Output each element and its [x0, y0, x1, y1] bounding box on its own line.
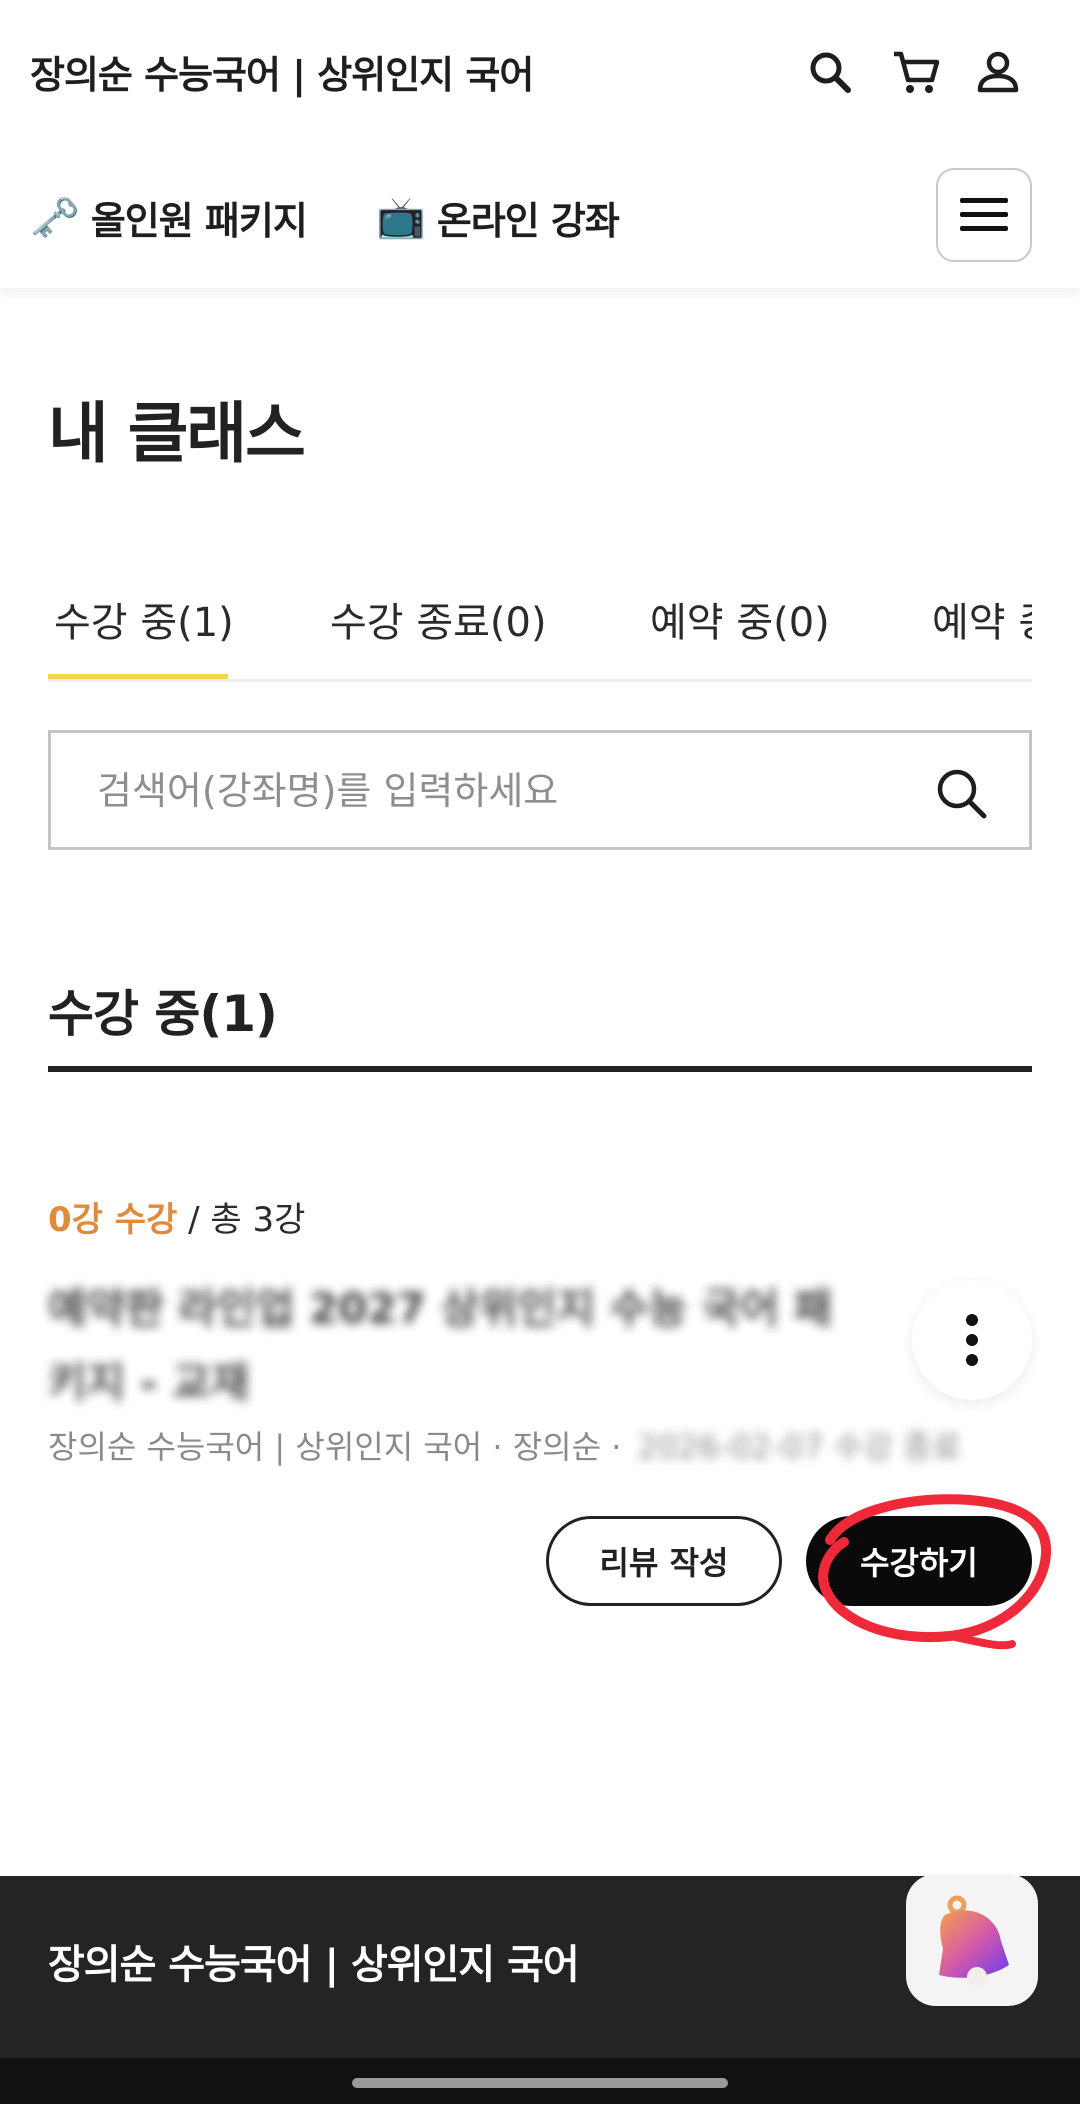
start-study-button[interactable]: 수강하기 — [806, 1516, 1032, 1606]
top-header: 장의순 수능국어 | 상위인지 국어 🗝️ 올인원 패키지 📺 온라인 강좌 — [0, 0, 1080, 288]
section-title: 수강 중(1) — [48, 985, 278, 1043]
more-vertical-icon — [966, 1314, 978, 1366]
home-indicator[interactable] — [352, 2078, 728, 2088]
key-icon: 🗝️ — [30, 195, 80, 241]
course-progress: 0강 수강 / 총 3강 — [48, 1192, 305, 1241]
class-tabs: 수강 중(1) 수강 종료(0) 예약 중(0) 예약 종료(0) — [48, 580, 1032, 682]
cart-icon[interactable] — [888, 44, 944, 100]
write-review-button[interactable]: 리뷰 작성 — [546, 1516, 782, 1606]
course-meta-text: 장의순 수능국어 | 상위인지 국어 · 장의순 · — [48, 1428, 622, 1466]
tab-reserved-finished[interactable]: 예약 종료(0) — [932, 590, 1032, 648]
page-title: 내 클래스 — [48, 395, 306, 472]
search-box — [48, 730, 1032, 850]
user-icon[interactable] — [970, 44, 1026, 100]
course-meta-date: 2026-02-07 수강 종료 — [637, 1428, 962, 1466]
search-icon[interactable] — [931, 763, 991, 823]
course-meta: 장의순 수능국어 | 상위인지 국어 · 장의순 · 2026-02-07 수강… — [48, 1422, 962, 1468]
progress-done: 0강 수강 — [48, 1200, 178, 1240]
notification-bell-button[interactable] — [906, 1874, 1038, 2006]
nav-online-course[interactable]: 📺 온라인 강좌 — [376, 190, 620, 245]
tab-finished[interactable]: 수강 종료(0) — [330, 590, 547, 648]
nav-label: 올인원 패키지 — [90, 199, 308, 243]
nav-allinone-package[interactable]: 🗝️ 올인원 패키지 — [30, 190, 308, 245]
tv-icon: 📺 — [376, 195, 426, 241]
progress-total: / 총 3강 — [188, 1200, 306, 1240]
hamburger-menu-button[interactable] — [936, 168, 1032, 262]
search-input[interactable] — [97, 761, 917, 821]
brand-title[interactable]: 장의순 수능국어 | 상위인지 국어 — [30, 44, 534, 99]
hamburger-menu-icon — [960, 198, 1008, 231]
footer-brand: 장의순 수능국어 | 상위인지 국어 — [48, 1942, 580, 1988]
tab-reserved[interactable]: 예약 중(0) — [650, 590, 830, 648]
active-tab-indicator — [48, 674, 228, 679]
tab-in-progress[interactable]: 수강 중(1) — [54, 590, 234, 648]
page: 장의순 수능국어 | 상위인지 국어 🗝️ 올인원 패키지 📺 온라인 강좌 내… — [0, 0, 1080, 2104]
course-title[interactable]: 예약판 라인업 2027 상위인지 수능 국어 패키지 - 교재 — [48, 1272, 868, 1420]
nav-label: 온라인 강좌 — [436, 199, 620, 243]
bell-icon — [939, 1895, 1009, 1987]
section-divider — [48, 1066, 1032, 1072]
more-options-button[interactable] — [912, 1280, 1032, 1400]
search-icon[interactable] — [802, 44, 858, 100]
